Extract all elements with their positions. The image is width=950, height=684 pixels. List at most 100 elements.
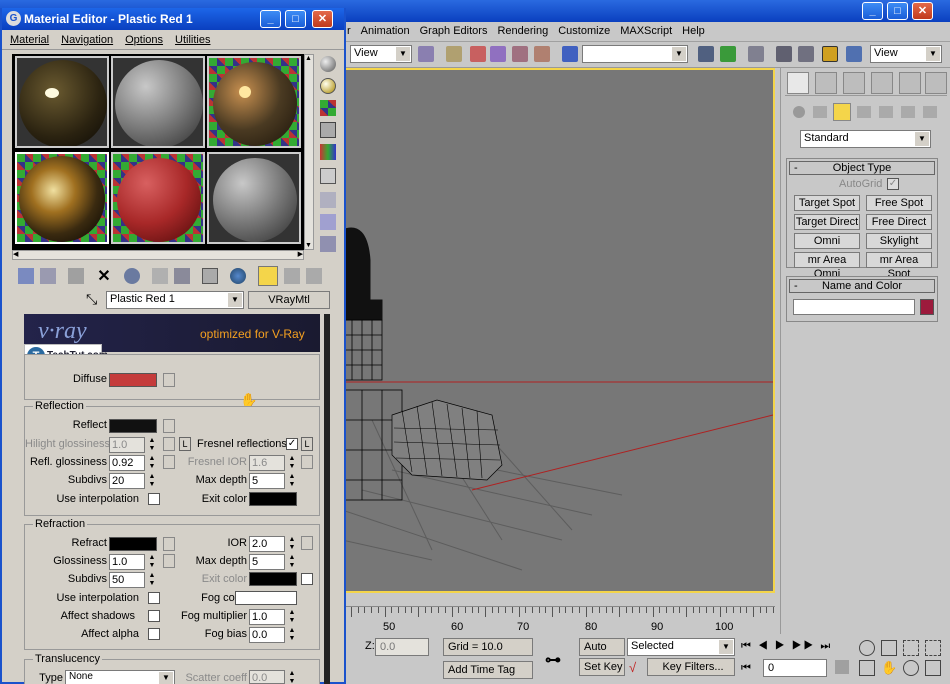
sample-slot[interactable]: [111, 56, 205, 148]
angle-snap-icon[interactable]: [470, 46, 486, 62]
skylight-button[interactable]: Skylight: [866, 233, 932, 249]
spinner-arrows-icon[interactable]: ▲ ▼: [287, 455, 297, 471]
refr-glossiness-map-button[interactable]: [163, 554, 175, 568]
mr-area-spot-button[interactable]: mr Area Spot: [866, 252, 932, 280]
refr-use-interpolation-checkbox[interactable]: [148, 592, 160, 604]
pivot-icon[interactable]: [418, 46, 434, 62]
menu-navigation[interactable]: Navigation: [53, 30, 117, 46]
go-forward-to-sibling-icon[interactable]: [306, 268, 322, 284]
sample-slot[interactable]: [111, 152, 205, 244]
spinner-arrows-icon[interactable]: ▲ ▼: [147, 554, 157, 570]
scroll-up-icon[interactable]: ▲: [305, 55, 312, 62]
refr-max-depth-spinner[interactable]: 5 ▲ ▼: [249, 554, 297, 570]
menu-animation[interactable]: Animation: [356, 22, 415, 37]
spinner-arrows-icon[interactable]: ▲ ▼: [287, 554, 297, 570]
create-tab-icon[interactable]: [787, 72, 809, 94]
utilities-tab-icon[interactable]: [925, 72, 947, 94]
background-icon[interactable]: [320, 100, 336, 116]
refr-glossiness-spinner[interactable]: 1.0 ▲ ▼: [109, 554, 157, 570]
sample-uv-tiling-icon[interactable]: [320, 122, 336, 138]
menu-utilities[interactable]: Utilities: [167, 30, 214, 46]
light-type-combo[interactable]: Standard ▼: [800, 130, 931, 148]
video-color-check-icon[interactable]: [320, 144, 336, 160]
zoom-all-icon[interactable]: [881, 640, 897, 656]
arc-rotate-icon[interactable]: [903, 660, 919, 676]
hierarchy-tab-icon[interactable]: [843, 72, 865, 94]
playback-controls[interactable]: ⏮ ◀ ▶ ▶▶ ⏭: [741, 640, 832, 653]
mirror-icon[interactable]: [698, 46, 714, 62]
edit-named-icon[interactable]: [534, 46, 550, 62]
set-key-button[interactable]: Set Key: [579, 658, 625, 676]
maximize-viewport-icon[interactable]: [925, 660, 941, 676]
add-time-tag-button[interactable]: Add Time Tag: [443, 661, 533, 679]
scatter-coeff-spinner[interactable]: 0.0 ▲ ▼: [249, 670, 297, 684]
free-direct-button[interactable]: Free Direct: [866, 214, 932, 230]
spinner-arrows-icon[interactable]: ▲ ▼: [287, 473, 297, 489]
refl-exit-color-swatch[interactable]: [249, 492, 297, 506]
refract-map-button[interactable]: [163, 537, 175, 551]
motion-tab-icon[interactable]: [871, 72, 893, 94]
reset-map-icon[interactable]: ✕: [96, 266, 112, 285]
curve-editor-icon[interactable]: [776, 46, 792, 62]
hilight-lock-button[interactable]: L: [179, 437, 191, 451]
refr-subdivs-spinner[interactable]: 50 ▲ ▼: [109, 572, 157, 588]
refr-exit-color-checkbox[interactable]: [301, 573, 313, 585]
maximize-icon[interactable]: □: [887, 2, 908, 20]
schematic-icon[interactable]: [798, 46, 814, 62]
material-editor-icon[interactable]: [822, 46, 838, 62]
affect-alpha-checkbox[interactable]: [148, 628, 160, 640]
sample-slot-active[interactable]: [15, 152, 109, 244]
key-filters-button[interactable]: Key Filters...: [647, 658, 735, 676]
make-unique-icon[interactable]: [152, 268, 168, 284]
spinner-arrows-icon[interactable]: ▲ ▼: [147, 473, 157, 489]
options-icon[interactable]: [320, 192, 336, 208]
make-preview-icon[interactable]: [320, 168, 336, 184]
spinner-arrows-icon[interactable]: ▲ ▼: [287, 536, 297, 552]
fresnel-ior-map-button[interactable]: [301, 455, 313, 469]
menu-help[interactable]: Help: [677, 22, 710, 37]
current-frame-field[interactable]: 0: [763, 659, 827, 677]
auto-key-button[interactable]: Auto Key: [579, 638, 625, 669]
perspective-viewport[interactable]: [340, 68, 775, 593]
show-map-in-viewport-icon[interactable]: [230, 268, 246, 284]
hilight-map-button[interactable]: [163, 437, 175, 451]
minimize-icon[interactable]: _: [862, 2, 883, 20]
hilight-glossiness-spinner[interactable]: 1.0 ▲ ▼: [109, 437, 157, 453]
target-spot-button[interactable]: Target Spot: [794, 195, 860, 211]
fog-color-swatch[interactable]: [235, 591, 297, 605]
translucency-type-combo[interactable]: None ▼: [65, 670, 175, 684]
maximize-icon[interactable]: □: [285, 10, 306, 28]
slots-vertical-scrollbar[interactable]: ▲ ▼: [304, 54, 314, 250]
parameters-scrollbar[interactable]: [324, 314, 330, 684]
snap-icon[interactable]: [446, 46, 462, 62]
sample-slot[interactable]: [15, 56, 109, 148]
spinner-arrows-icon[interactable]: ▲ ▼: [147, 437, 157, 453]
time-config-icon[interactable]: [835, 660, 849, 674]
menu-material[interactable]: Material: [2, 30, 53, 46]
refl-glossiness-spinner[interactable]: 0.92 ▲ ▼: [109, 455, 157, 471]
z-coordinate-field[interactable]: 0.0: [375, 638, 429, 656]
zoom-icon[interactable]: [859, 640, 875, 656]
affect-shadows-checkbox[interactable]: [148, 610, 160, 622]
layer-icon[interactable]: [748, 46, 764, 62]
target-direct-button[interactable]: Target Direct: [794, 214, 860, 230]
modify-tab-icon[interactable]: [815, 72, 837, 94]
select-by-material-icon[interactable]: [320, 214, 336, 230]
key-icon[interactable]: ⊶: [545, 650, 561, 670]
fresnel-ior-spinner[interactable]: 1.6 ▲ ▼: [249, 455, 297, 471]
put-to-library-icon[interactable]: [174, 268, 190, 284]
diffuse-color-swatch[interactable]: [109, 373, 157, 387]
minimize-icon[interactable]: _: [260, 10, 281, 28]
helpers-icon[interactable]: [879, 106, 893, 118]
material-effects-channel-icon[interactable]: [202, 268, 218, 284]
zoom-extents-all-icon[interactable]: [925, 640, 941, 656]
percent-snap-icon[interactable]: [490, 46, 506, 62]
refl-glossiness-map-button[interactable]: [163, 455, 175, 469]
menu-customize[interactable]: Customize: [553, 22, 615, 37]
close-icon[interactable]: ✕: [312, 10, 333, 28]
reflect-map-button[interactable]: [163, 419, 175, 433]
make-copy-icon[interactable]: [124, 268, 140, 284]
ior-spinner[interactable]: 2.0 ▲ ▼: [249, 536, 297, 552]
systems-icon[interactable]: [923, 106, 937, 118]
spinner-arrows-icon[interactable]: ▲ ▼: [287, 627, 297, 643]
